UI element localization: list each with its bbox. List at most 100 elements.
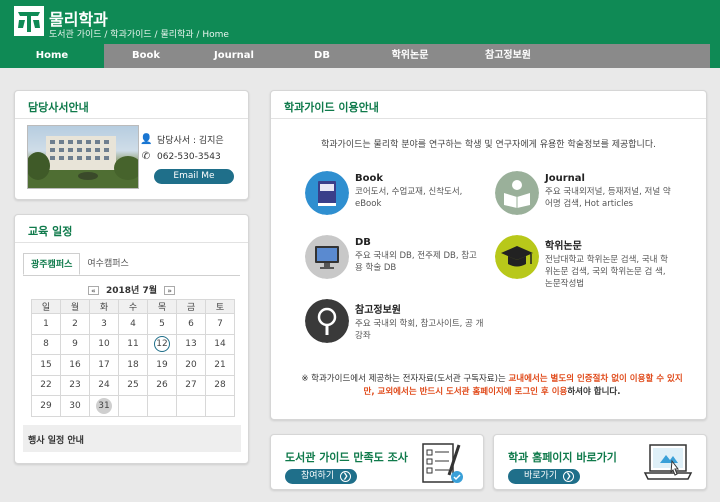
email-me-button[interactable]: Email Me — [154, 169, 234, 184]
calendar-day[interactable]: 31 — [89, 395, 119, 417]
calendar-day[interactable]: 28 — [205, 374, 235, 396]
calendar-day[interactable]: 13 — [176, 333, 206, 355]
calendar-day[interactable]: 17 — [89, 354, 119, 376]
calendar-day[interactable]: 12 — [147, 333, 177, 355]
librarian-name-row: 👤 담당사서 : 김지은 — [140, 133, 224, 146]
guide-item-db[interactable]: DB 주요 국내외 DB, 전주제 DB, 참고 용 학술 DB — [305, 235, 495, 285]
calendar-day[interactable]: 14 — [205, 333, 235, 355]
calendar-day[interactable]: 6 — [176, 313, 206, 335]
guide-name[interactable]: 학위논문 — [545, 237, 675, 252]
nav-home[interactable]: Home — [0, 44, 104, 68]
calendar-day[interactable]: 19 — [147, 354, 177, 376]
calendar-week-row: 1 2 3 4 5 6 7 — [31, 313, 235, 335]
prev-month-button[interactable]: « — [87, 286, 99, 295]
calendar-day-label: 22 — [40, 380, 52, 391]
guide-item-thesis[interactable]: 학위논문 전남대학교 학위논문 검색, 국내 학위논문 검색, 국외 학위논문 … — [495, 235, 685, 289]
calendar-day-label: 15 — [40, 359, 52, 370]
calendar-day[interactable]: 20 — [176, 354, 206, 376]
guide-name[interactable]: 참고정보원 — [355, 301, 485, 316]
access-notice: ※ 학과가이드에서 제공하는 전자자료(도서관 구독자료)는 교내에서는 별도의… — [299, 373, 685, 399]
header: 물리학과 도서관 가이드 / 학과가이드 / 물리학과 / Home — [0, 0, 720, 44]
calendar-day[interactable]: 22 — [31, 374, 61, 396]
calendar-day-label: 3 — [101, 318, 107, 329]
nav-thesis[interactable]: 학위논문 — [364, 44, 456, 68]
guide-text: Book 코어도서, 수업교재, 신착도서, eBook — [355, 173, 485, 210]
calendar-day[interactable]: 2 — [60, 313, 90, 335]
notice-prefix: ※ 학과가이드에서 제공하는 전자자료(도서관 구독자료)는 — [301, 374, 509, 384]
survey-participate-button[interactable]: 참여하기 ❯ — [285, 469, 357, 484]
calendar-day[interactable]: 15 — [31, 354, 61, 376]
calendar-day-label: 2 — [72, 318, 78, 329]
calendar-day[interactable]: 25 — [118, 374, 148, 396]
calendar-day-label: 10 — [98, 339, 110, 350]
guide-desc: 주요 국내외저널, 등재저널, 저널 약어명 검색, Hot articles — [545, 187, 671, 209]
calendar-day[interactable]: 23 — [60, 374, 90, 396]
calendar-day[interactable]: 24 — [89, 374, 119, 396]
calendar-day-label: 30 — [69, 400, 81, 411]
calendar-day-label: 6 — [188, 318, 194, 329]
calendar-day[interactable]: 9 — [60, 333, 90, 355]
calendar-day-label: 23 — [69, 380, 81, 391]
tab-gwangju[interactable]: 광주캠퍼스 — [23, 253, 81, 275]
calendar-day[interactable]: 27 — [176, 374, 206, 396]
guide-desc: 전남대학교 학위논문 검색, 국내 학위논문 검색, 국외 학위논문 검 색, … — [545, 255, 668, 289]
phone-icon: ✆ — [141, 151, 151, 162]
calendar-day[interactable]: 16 — [60, 354, 90, 376]
guide-desc: 주요 국내외 DB, 전주제 DB, 참고 용 학술 DB — [355, 251, 477, 273]
main-nav: Home Book Journal DB 학위논문 참고정보원 — [0, 44, 720, 68]
calendar-empty-cell — [176, 395, 206, 417]
survey-title: 도서관 가이드 만족도 조사 — [285, 451, 408, 464]
calendar-day-label: 8 — [43, 339, 49, 350]
calendar-day[interactable]: 30 — [60, 395, 90, 417]
guide-name[interactable]: Book — [355, 173, 485, 184]
tab-yeosu[interactable]: 여수캠퍼스 — [80, 253, 135, 275]
calendar-day[interactable]: 3 — [89, 313, 119, 335]
guide-name[interactable]: DB — [355, 237, 485, 248]
guide-desc: 코어도서, 수업교재, 신착도서, eBook — [355, 187, 463, 209]
calendar-day-label: 7 — [217, 318, 223, 329]
nav-book[interactable]: Book — [104, 44, 188, 68]
calendar-day[interactable]: 1 — [31, 313, 61, 335]
calendar-day[interactable]: 7 — [205, 313, 235, 335]
laptop-icon — [643, 444, 693, 480]
nav-journal[interactable]: Journal — [188, 44, 280, 68]
calendar-day[interactable]: 29 — [31, 395, 61, 417]
weekday: 목 — [147, 299, 177, 314]
guide-panel: 학과가이드 이용안내 학과가이드는 물리학 분야를 연구하는 학생 및 연구자에… — [270, 90, 707, 420]
calendar-day[interactable]: 8 — [31, 333, 61, 355]
calendar-day-label: 29 — [40, 400, 52, 411]
calendar-day-label: 14 — [214, 339, 226, 350]
guide-item-journal[interactable]: Journal 주요 국내외저널, 등재저널, 저널 약어명 검색, Hot a… — [495, 171, 685, 221]
graduation-cap-icon — [495, 235, 539, 279]
university-logo-icon[interactable] — [14, 6, 44, 36]
homepage-go-button[interactable]: 바로가기 ❯ — [508, 469, 580, 484]
calendar-day-label: 9 — [72, 339, 78, 350]
calendar-day-label: 11 — [127, 339, 139, 350]
calendar-day[interactable]: 26 — [147, 374, 177, 396]
weekday: 월 — [60, 299, 90, 314]
library-building-photo — [27, 125, 139, 189]
guide-name[interactable]: Journal — [545, 173, 675, 184]
nav-reference[interactable]: 참고정보원 — [456, 44, 560, 68]
guide-title: 학과가이드 이용안내 — [284, 101, 379, 114]
weekday: 토 — [205, 299, 235, 314]
nav-db[interactable]: DB — [280, 44, 364, 68]
events-info[interactable]: 행사 일정 안내 — [23, 425, 241, 452]
calendar-empty-cell — [205, 395, 235, 417]
guide-item-book[interactable]: Book 코어도서, 수업교재, 신착도서, eBook — [305, 171, 495, 221]
calendar-week-row: 8 9 10 11 12 13 14 — [31, 333, 235, 355]
calendar-day[interactable]: 10 — [89, 333, 119, 355]
guide-item-reference[interactable]: 참고정보원 주요 국내외 학회, 참고사이트, 공 개강좌 — [305, 299, 495, 349]
divider — [271, 118, 706, 119]
month-label: 2018년 7월 — [105, 286, 157, 296]
calendar-day[interactable]: 11 — [118, 333, 148, 355]
librarian-panel: 담당사서안내 👤 담당사서 : 김지은 ✆ 062-530-3543 Email… — [14, 90, 249, 200]
calendar-day[interactable]: 18 — [118, 354, 148, 376]
calendar-day-label: 24 — [98, 380, 110, 391]
calendar-day[interactable]: 21 — [205, 354, 235, 376]
calendar-day[interactable]: 4 — [118, 313, 148, 335]
checklist-icon — [422, 443, 463, 483]
next-month-button[interactable]: » — [164, 286, 176, 295]
month-navigator: « 2018년 7월 » — [15, 283, 248, 296]
calendar-day[interactable]: 5 — [147, 313, 177, 335]
